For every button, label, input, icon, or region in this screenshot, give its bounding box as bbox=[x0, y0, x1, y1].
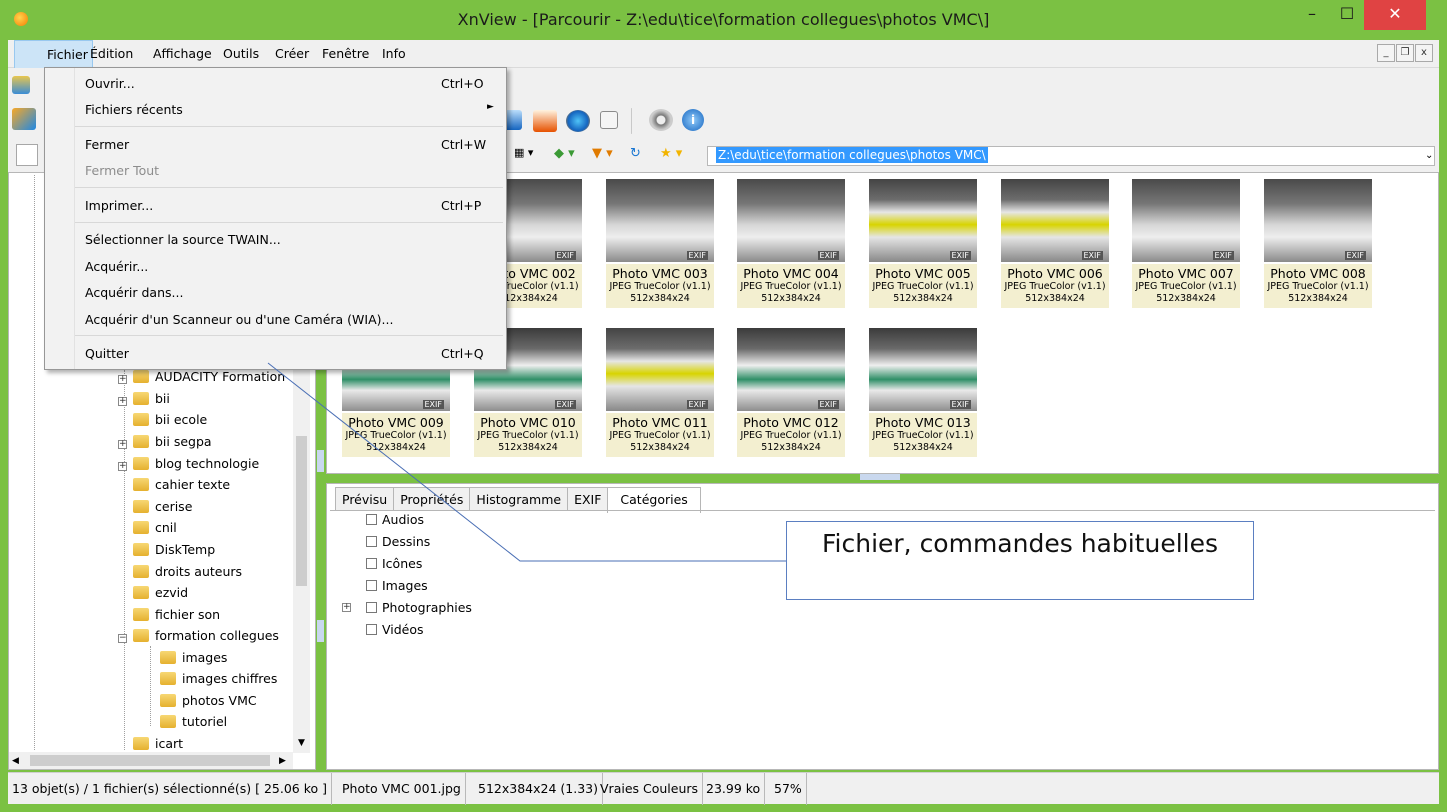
app-window: XnView - [Parcourir - Z:\edu\tice\format… bbox=[0, 0, 1447, 812]
annotation-callout: Fichier, commandes habituelles bbox=[786, 521, 1254, 600]
callout-connector-line bbox=[267, 362, 786, 562]
callout-text: Fichier, commandes habituelles bbox=[821, 529, 1219, 558]
